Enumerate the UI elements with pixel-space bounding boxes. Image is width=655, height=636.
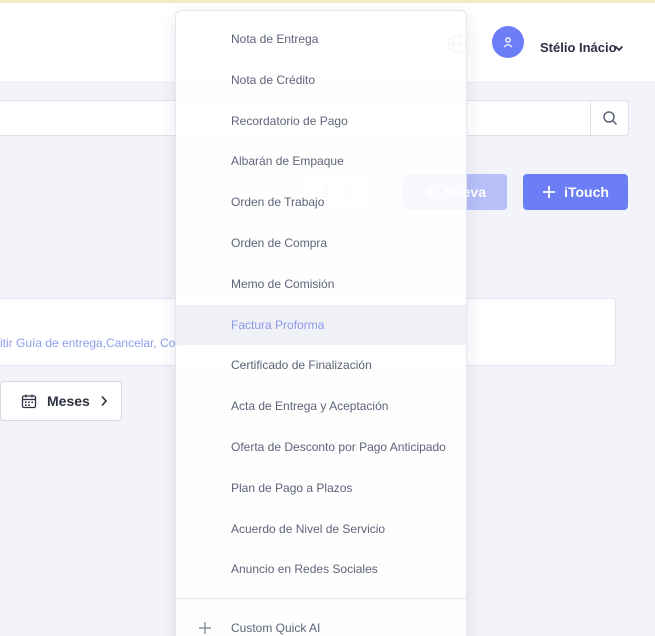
dropdown-menu-item[interactable]: Nota de Entrega xyxy=(176,19,466,59)
plus-icon xyxy=(199,622,211,634)
dropdown-menu-item-label: Albarán de Empaque xyxy=(231,154,344,169)
search-icon xyxy=(602,111,617,126)
dropdown-menu-item-label: Oferta de Desconto por Pago Anticipado xyxy=(231,440,446,454)
document-type-dropdown: Nota de Entrega Nota de Crédito Recordator… xyxy=(175,10,467,636)
dropdown-menu-item-label: Orden de Compra xyxy=(231,236,328,250)
dropdown-menu-item[interactable]: Albarán de Empaque xyxy=(176,141,466,181)
user-icon xyxy=(503,37,513,48)
dropdown-menu-item[interactable]: Anuncio en Redes Sociales xyxy=(176,549,466,589)
period-label: Meses xyxy=(47,393,90,409)
chevron-down-icon[interactable] xyxy=(614,43,624,53)
dropdown-menu-item[interactable]: Recordatorio de Pago xyxy=(176,101,466,141)
itouch-button-label: iTouch xyxy=(564,184,609,200)
dropdown-menu-item-label: Nota de Entrega xyxy=(231,32,319,46)
dropdown-menu-item-label: Acuerdo de Nivel de Servicio xyxy=(231,521,386,536)
itouch-button[interactable]: iTouch xyxy=(523,174,628,210)
plus-icon xyxy=(543,186,556,198)
dropdown-menu-item[interactable]: Acta de Entrega y Aceptación xyxy=(176,386,466,426)
avatar[interactable] xyxy=(492,26,524,58)
custom-quick-ai-label: Custom Quick AI xyxy=(231,621,321,635)
dropdown-menu-item[interactable]: Oferta de Desconto por Pago Anticipado xyxy=(176,427,466,467)
dropdown-menu-item-label: Orden de Trabajo xyxy=(231,195,325,210)
dropdown-menu-item[interactable]: Factura Proforma xyxy=(176,304,466,345)
custom-quick-ai-item[interactable]: Custom Quick AI xyxy=(176,611,466,636)
menu-divider xyxy=(176,598,466,599)
period-button[interactable]: Meses xyxy=(0,381,122,421)
dropdown-menu-item[interactable]: Orden de Trabajo xyxy=(176,182,466,222)
calendar-icon xyxy=(21,394,37,409)
dropdown-menu-item-label: Recordatorio de Pago xyxy=(231,113,348,128)
user-name[interactable]: Stélio Inácio xyxy=(540,40,617,55)
dropdown-menu-item-label: Plan de Pago a Plazos xyxy=(231,480,353,495)
dropdown-menu-item[interactable]: Certificado de Finalización xyxy=(176,345,466,385)
dropdown-menu-item[interactable]: Orden de Compra xyxy=(176,223,466,263)
dropdown-menu-item-label: Nota de Crédito xyxy=(231,72,316,87)
dropdown-menu-item[interactable]: Memo de Comisión xyxy=(176,264,466,304)
dropdown-menu-item[interactable]: Nota de Crédito xyxy=(176,60,466,100)
dropdown-menu-item-label: Memo de Comisión xyxy=(231,276,335,291)
dropdown-menu-item-label: Acta de Entrega y Aceptación xyxy=(231,399,389,414)
dropdown-menu-item-label: Certificado de Finalización xyxy=(231,358,372,373)
dropdown-menu-item[interactable]: Acuerdo de Nivel de Servicio xyxy=(176,509,466,549)
info-text[interactable]: itir Guía de entrega,Cancelar, Cot xyxy=(0,336,179,350)
dropdown-menu-item-label: Factura Proforma xyxy=(231,317,325,332)
chevron-right-icon xyxy=(101,395,107,407)
dropdown-menu-item-label: Anuncio en Redes Sociales xyxy=(231,562,378,577)
dropdown-menu-item[interactable]: Plan de Pago a Plazos xyxy=(176,468,466,508)
search-button[interactable] xyxy=(590,100,629,136)
